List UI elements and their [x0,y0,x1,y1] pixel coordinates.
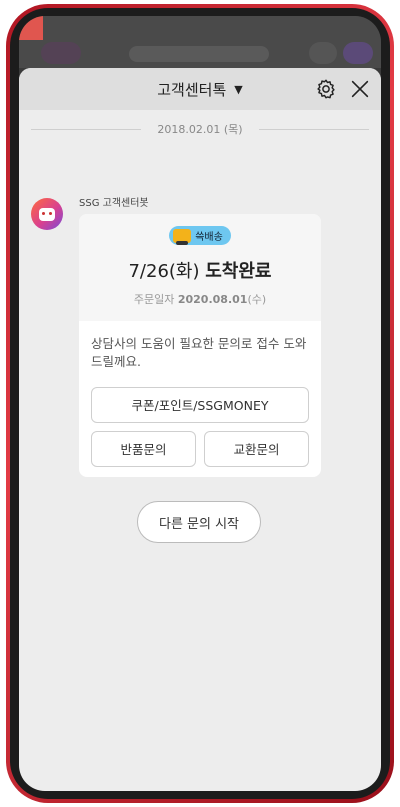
robot-icon [39,207,55,221]
status-accent [19,16,43,40]
status-date: 7/26(화) [128,260,200,282]
card-body: 상담사의 도움이 필요한 문의로 접수 도와드릴께요. 쿠폰/포인트/SSGMO… [79,321,321,477]
truck-icon [173,228,192,245]
header-title: 고객센터톡 [157,80,227,99]
delivery-badge: 쓱배송 [169,226,231,245]
bot-message: 상담사의 도움이 필요한 문의로 접수 도와드릴께요. [91,335,307,369]
chat-sheet: 고객센터톡 ▼ 2018.02.01 (목) SSG 고객센터봇 쓱배송 7/2… [19,68,381,791]
return-inquiry-button[interactable]: 반품문의 [91,430,196,467]
dimmed-blob [129,46,269,62]
header-title-dropdown[interactable]: 고객센터톡 ▼ [157,79,242,100]
gear-icon[interactable] [315,78,337,100]
date-label: 2018.02.01 (목) [149,121,251,137]
order-status-card: 쓱배송 7/26(화) 도착완료 주문일자 2020.08.01(수) 상담사의… [79,214,321,477]
screen: 고객센터톡 ▼ 2018.02.01 (목) SSG 고객센터봇 쓱배송 7/2… [19,16,381,791]
card-header: 쓱배송 7/26(화) 도착완료 주문일자 2020.08.01(수) [79,214,321,321]
button-row: 반품문의 교환문의 [91,430,309,467]
dimmed-blob [343,42,373,64]
bot-avatar [31,198,63,230]
coupon-point-button[interactable]: 쿠폰/포인트/SSGMONEY [91,386,309,423]
order-weekday: (수) [247,292,267,306]
date-divider: 2018.02.01 (목) [19,110,381,148]
start-new-inquiry-button[interactable]: 다른 문의 시작 [137,501,261,543]
order-date-label: 주문일자 [133,292,175,306]
order-date-value: 2020.08.01 [177,292,248,306]
close-icon[interactable] [349,78,371,100]
caret-down-icon: ▼ [234,82,243,96]
chat-header: 고객센터톡 ▼ [19,68,381,110]
dimmed-blob [41,42,81,64]
status-main: 도착완료 [205,260,272,282]
delivery-status: 7/26(화) 도착완료 [79,257,321,283]
order-date-line: 주문일자 2020.08.01(수) [79,291,321,307]
dimmed-blob [309,42,337,64]
exchange-inquiry-button[interactable]: 교환문의 [204,430,309,467]
badge-label: 쓱배송 [195,232,223,243]
bot-name: SSG 고객센터봇 [79,198,149,209]
